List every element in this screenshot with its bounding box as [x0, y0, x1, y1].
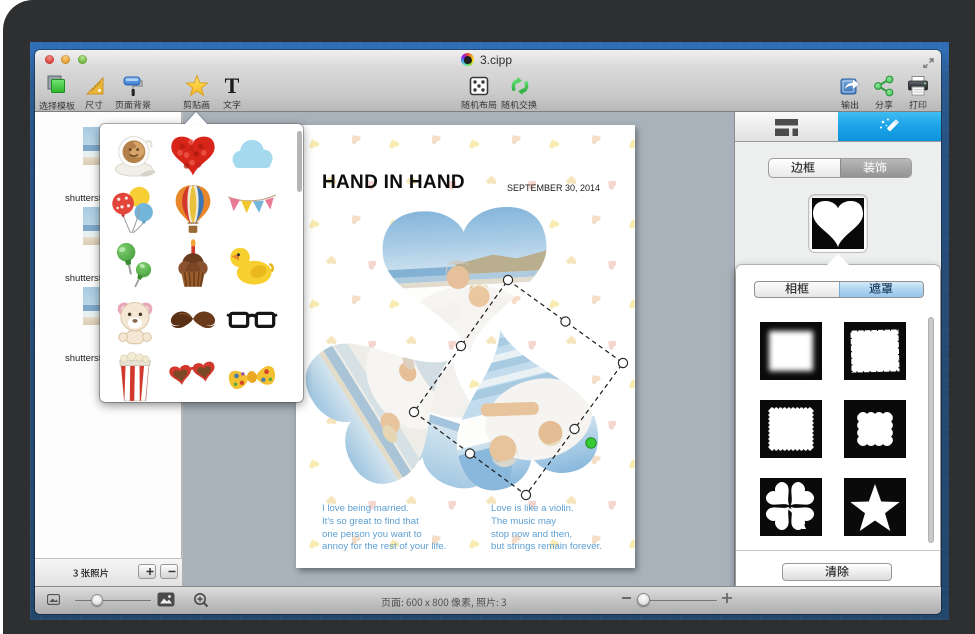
svg-text:but strings remain forever.: but strings remain forever.	[491, 541, 602, 552]
svg-text:stop now and then,: stop now and then,	[491, 529, 572, 540]
svg-text:SEPTEMBER 30, 2014: SEPTEMBER 30, 2014	[507, 183, 600, 193]
svg-text:annoy for the rest of your lif: annoy for the rest of your life.	[322, 541, 446, 552]
svg-text:It's so great to find that: It's so great to find that	[322, 516, 419, 527]
svg-text:I love being married.: I love being married.	[322, 503, 409, 514]
svg-text:one person you want to: one person you want to	[322, 529, 422, 540]
svg-text:The music may: The music may	[491, 516, 556, 527]
svg-text:HAND IN HAND: HAND IN HAND	[322, 172, 465, 193]
svg-text:Love is like a violin.: Love is like a violin.	[491, 503, 574, 514]
svg-text:T: T	[225, 75, 240, 97]
